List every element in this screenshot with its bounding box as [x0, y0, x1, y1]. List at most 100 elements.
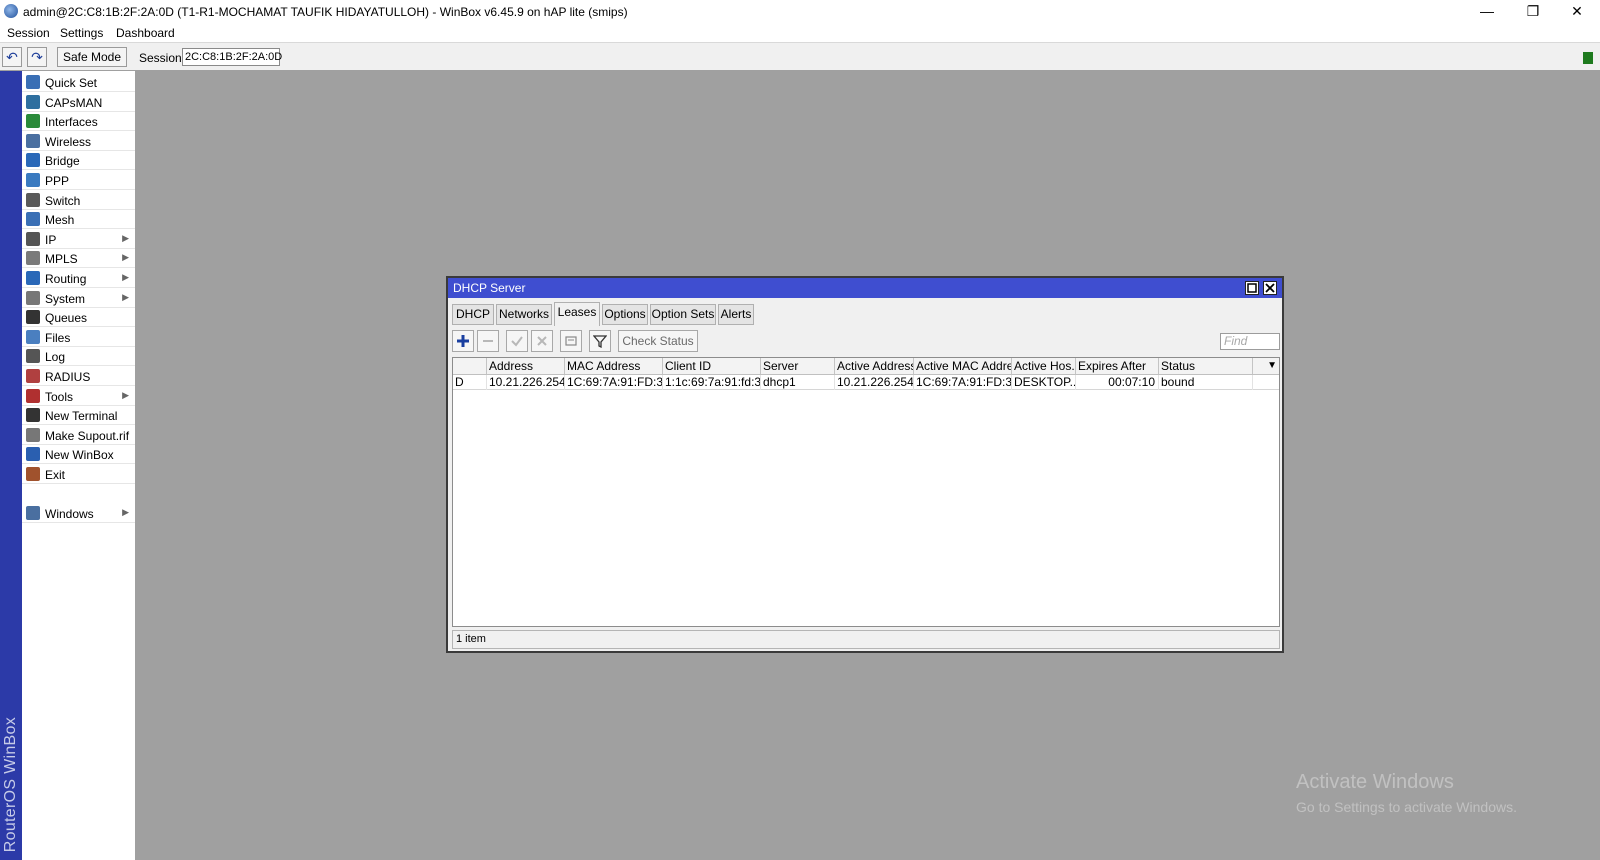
comment-button[interactable]	[560, 330, 582, 352]
column-mac-address[interactable]: MAC Address	[565, 358, 663, 374]
submenu-arrow-icon: ▶	[122, 291, 129, 302]
sidebar-item-label: PPP	[45, 174, 70, 188]
sidebar-item-files[interactable]: Files	[22, 327, 135, 347]
window-close-button[interactable]	[1263, 281, 1277, 295]
submenu-arrow-icon: ▶	[122, 272, 129, 282]
column-active-address[interactable]: Active Address	[835, 358, 914, 374]
check-icon	[511, 336, 523, 347]
sidebar-item-label: Mesh	[45, 213, 75, 228]
sidebar-item-make-supout-rif[interactable]: Make Supout.rif	[22, 425, 135, 445]
cell-active-mac: 1C:69:7A:91:FD:3A	[916, 375, 1012, 390]
sidebar-item-exit[interactable]: Exit	[22, 464, 135, 484]
menu-dashboard[interactable]: Dashboard	[116, 26, 175, 40]
menu-bar: Session Settings Dashboard	[0, 24, 1600, 42]
sidebar-item-label: Bridge	[45, 154, 80, 169]
close-icon	[1265, 283, 1275, 293]
sidebar-item-wireless[interactable]: Wireless	[22, 131, 135, 151]
leases-table: Address / MAC Address Client ID Server A…	[452, 357, 1280, 627]
column-expires-after[interactable]: Expires After	[1076, 358, 1159, 374]
column-client-id[interactable]: Client ID	[663, 358, 761, 374]
sidebar-item-ppp[interactable]: PPP	[22, 170, 135, 190]
sidebar-item-label: New WinBox	[45, 448, 114, 463]
filter-button[interactable]	[589, 330, 611, 352]
column-address[interactable]: Address /	[487, 358, 565, 374]
menu-session[interactable]: Session	[7, 26, 50, 40]
log-icon	[26, 349, 40, 364]
sidebar-item-mesh[interactable]: Mesh	[22, 209, 135, 230]
sidebar-item-quick-set[interactable]: Quick Set	[22, 72, 135, 92]
sidebar-item-tools[interactable]: Tools ▶	[22, 386, 135, 406]
cell-mac-address: 1C:69:7A:91:FD:3A	[567, 375, 663, 390]
add-button[interactable]	[452, 330, 474, 352]
dhcp-window-titlebar[interactable]: DHCP Server	[448, 278, 1282, 298]
main-toolbar: ↶ ↷ Safe Mode Session: 2C:C8:1B:2F:2A:0D	[0, 42, 1600, 71]
sidebar-item-ip[interactable]: IP ▶	[22, 229, 135, 249]
window-maximize-button[interactable]	[1245, 281, 1259, 295]
undo-button[interactable]: ↶	[2, 47, 22, 67]
sidebar-item-new-terminal[interactable]: New Terminal	[22, 405, 135, 426]
system-icon	[26, 290, 40, 305]
menu-settings[interactable]: Settings	[60, 26, 103, 40]
winbox-app-icon	[4, 4, 18, 18]
column-menu-icon[interactable]: ▼	[1267, 360, 1277, 371]
tab-leases[interactable]: Leases	[554, 302, 600, 326]
sidebar-item-new-winbox[interactable]: New WinBox	[22, 444, 135, 465]
column-server[interactable]: Server	[761, 358, 835, 374]
sidebar-item-label: Switch	[45, 193, 81, 208]
comment-icon	[565, 336, 577, 346]
mpls-icon	[26, 251, 40, 266]
mesh-icon	[26, 212, 40, 227]
enable-button[interactable]	[506, 330, 528, 352]
tab-options[interactable]: Options	[602, 304, 648, 325]
tab-networks[interactable]: Networks	[496, 304, 552, 325]
safe-mode-button[interactable]: Safe Mode	[57, 47, 127, 67]
redo-button[interactable]: ↷	[27, 47, 47, 67]
sidebar-menu: Quick Set CAPsMAN Interfaces Wireless Bridge…	[22, 71, 136, 860]
sidebar-item-capsman[interactable]: CAPsMAN	[22, 92, 135, 112]
session-field[interactable]: 2C:C8:1B:2F:2A:0D	[182, 48, 282, 66]
column-status[interactable]: Status	[1159, 358, 1253, 374]
windows-icon	[26, 506, 40, 520]
sidebar-item-windows[interactable]: Windows ▶	[22, 503, 135, 523]
restore-button[interactable]: ❐	[1510, 0, 1556, 24]
item-count: 1 item	[456, 633, 486, 645]
sidebar-item-interfaces[interactable]: Interfaces	[22, 111, 135, 132]
sidebar-item-queues[interactable]: Queues	[22, 307, 135, 328]
column-flags[interactable]	[453, 358, 487, 374]
table-row[interactable]: D 10.21.226.254 1C:69:7A:91:FD:3A 1:1c:6…	[453, 375, 1279, 390]
sidebar-item-mpls[interactable]: MPLS ▶	[22, 248, 135, 269]
sidebar-item-system[interactable]: System ▶	[22, 288, 135, 308]
sidebar-item-radius[interactable]: RADIUS	[22, 366, 135, 386]
wireless-icon	[26, 133, 40, 148]
sidebar-item-routing[interactable]: Routing ▶	[22, 268, 135, 288]
column-active-host[interactable]: Active Hos...	[1012, 358, 1076, 374]
check-status-button[interactable]: Check Status	[618, 330, 698, 352]
column-active-mac[interactable]: Active MAC Addre...	[914, 358, 1012, 374]
interfaces-icon	[26, 114, 40, 129]
sidebar-item-label: New Terminal	[45, 409, 118, 424]
sidebar-item-label: Quick Set	[45, 76, 98, 90]
find-input[interactable]: Find	[1220, 333, 1280, 350]
column-address-label: Address	[489, 359, 534, 373]
tab-dhcp[interactable]: DHCP	[452, 304, 494, 325]
close-button[interactable]: ✕	[1554, 0, 1600, 24]
ip-icon	[26, 231, 40, 246]
activation-watermark-title: Activate Windows	[1296, 771, 1454, 793]
minimize-button[interactable]: —	[1464, 0, 1510, 24]
redo-icon: ↷	[31, 48, 43, 65]
tab-option-sets[interactable]: Option Sets	[650, 304, 716, 325]
ppp-icon	[26, 173, 40, 187]
sidebar-item-switch[interactable]: Switch	[22, 190, 135, 210]
remove-button[interactable]	[477, 330, 499, 352]
radius-icon	[26, 369, 40, 383]
sidebar-item-log[interactable]: Log	[22, 346, 135, 367]
sidebar-item-label: RADIUS	[45, 370, 91, 384]
brand-strip: RouterOS WinBox	[0, 71, 22, 860]
tab-alerts[interactable]: Alerts	[718, 304, 754, 325]
sidebar-item-bridge[interactable]: Bridge	[22, 150, 135, 171]
sidebar-item-label: Windows	[45, 507, 94, 521]
minus-icon	[483, 340, 493, 342]
cell-client-id: 1:1c:69:7a:91:fd:3a	[665, 375, 761, 390]
queues-icon	[26, 310, 40, 325]
disable-button[interactable]	[531, 330, 553, 352]
